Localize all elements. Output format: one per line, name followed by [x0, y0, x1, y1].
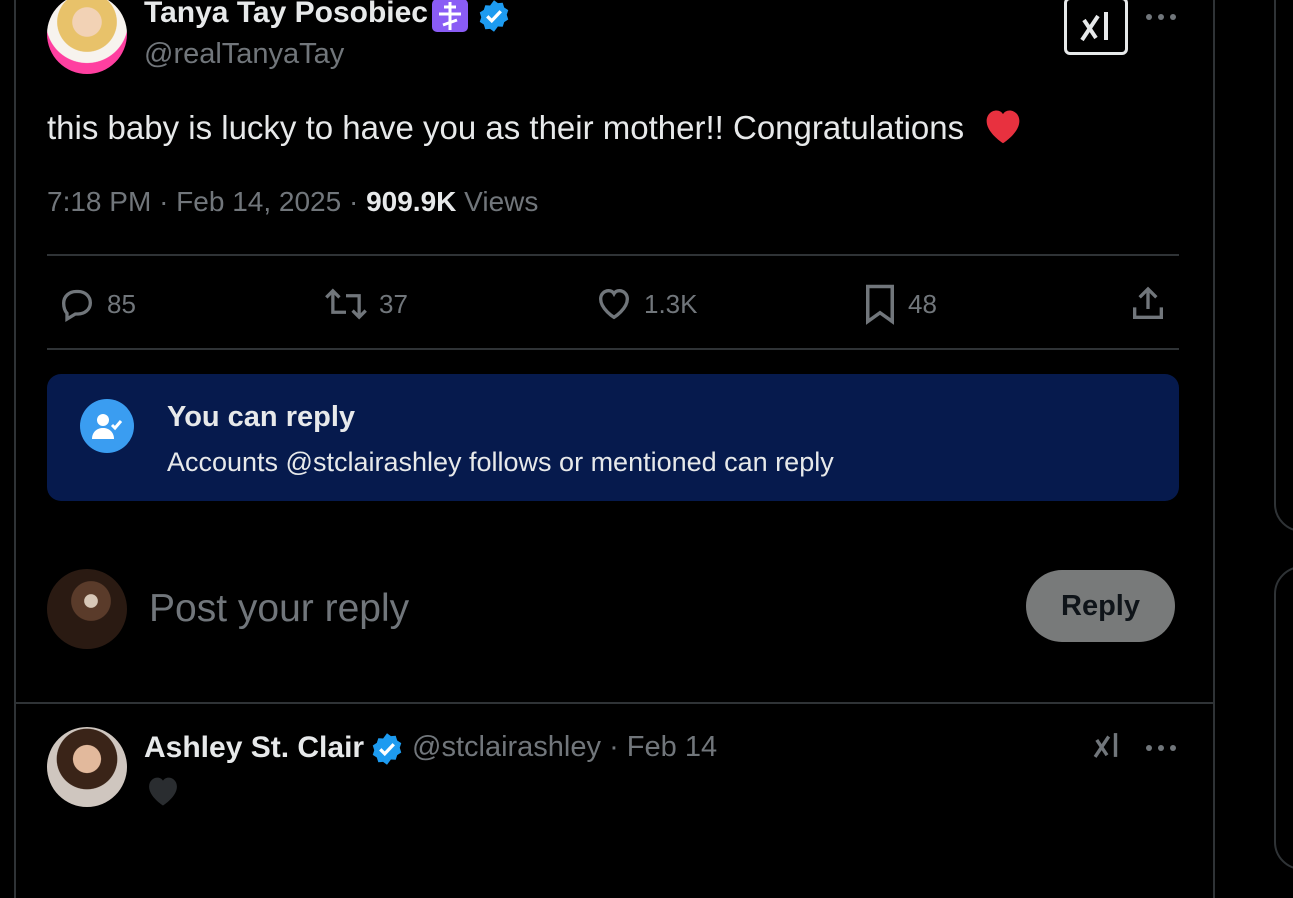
black-heart-emoji [144, 773, 182, 812]
reply-icon [61, 289, 93, 322]
tweet-text-content: this baby is lucky to have you as their … [47, 109, 965, 146]
reply-restriction-banner: You can reply Accounts @stclairashley fo… [47, 374, 1179, 501]
more-icon[interactable] [1144, 10, 1178, 28]
tweet-meta: 7:18 PM · Feb 14, 2025 · 909.9K Views [47, 186, 538, 218]
heart-emoji [981, 105, 1025, 153]
bookmark-count: 48 [908, 288, 937, 319]
reply-input[interactable] [147, 580, 971, 638]
grok-icon[interactable] [1090, 728, 1124, 767]
author-name[interactable]: Tanya Tay Posobiec [144, 0, 428, 30]
orthodox-cross-icon [432, 0, 468, 32]
reply-notice-subtitle: Accounts @stclairashley follows or menti… [167, 447, 834, 477]
divider [14, 702, 1213, 704]
share-icon [1133, 286, 1163, 319]
sidebar-card [1274, 0, 1293, 532]
reply-notice-title: You can reply [167, 401, 356, 433]
like-icon [598, 288, 630, 320]
user-check-icon [80, 399, 134, 453]
meta-separator: · [609, 731, 619, 763]
reply-count: 85 [107, 288, 136, 319]
like-count: 1.3K [644, 288, 698, 319]
divider [47, 348, 1179, 350]
views-count[interactable]: 909.9K [366, 186, 456, 217]
like-button[interactable]: 1.3K [594, 282, 698, 326]
reply-date[interactable]: Feb 14 [627, 731, 717, 763]
sidebar-card [1274, 566, 1293, 870]
reply-button[interactable]: 85 [57, 282, 136, 326]
repost-button[interactable]: 37 [323, 282, 408, 326]
share-button[interactable] [1128, 282, 1178, 326]
author-handle[interactable]: @realTanyaTay [144, 38, 344, 71]
repost-icon [325, 288, 367, 320]
more-icon[interactable] [1144, 741, 1178, 759]
tweet-date[interactable]: Feb 14, 2025 [176, 186, 341, 217]
bookmark-button[interactable]: 48 [862, 282, 937, 326]
reply-submit-button[interactable]: Reply [1026, 570, 1175, 642]
current-user-avatar[interactable] [47, 569, 127, 649]
reply-author-handle[interactable]: @stclairashley [412, 731, 601, 763]
reply-author-meta: @stclairashley · Feb 14 [412, 731, 717, 764]
verified-badge-icon [476, 0, 512, 39]
verified-badge-icon [369, 731, 405, 772]
repost-count: 37 [379, 288, 408, 319]
divider [47, 254, 1179, 256]
reply-author-name[interactable]: Ashley St. Clair [144, 731, 364, 765]
meta-separator: · [159, 186, 169, 217]
tweet-time[interactable]: 7:18 PM [47, 186, 151, 217]
views-label: Views [464, 186, 539, 217]
grok-icon[interactable] [1064, 0, 1128, 55]
tweet-text: this baby is lucky to have you as their … [47, 105, 1025, 153]
bookmark-icon [866, 284, 894, 325]
meta-separator: · [348, 186, 359, 217]
reply-author-avatar[interactable] [47, 727, 127, 807]
